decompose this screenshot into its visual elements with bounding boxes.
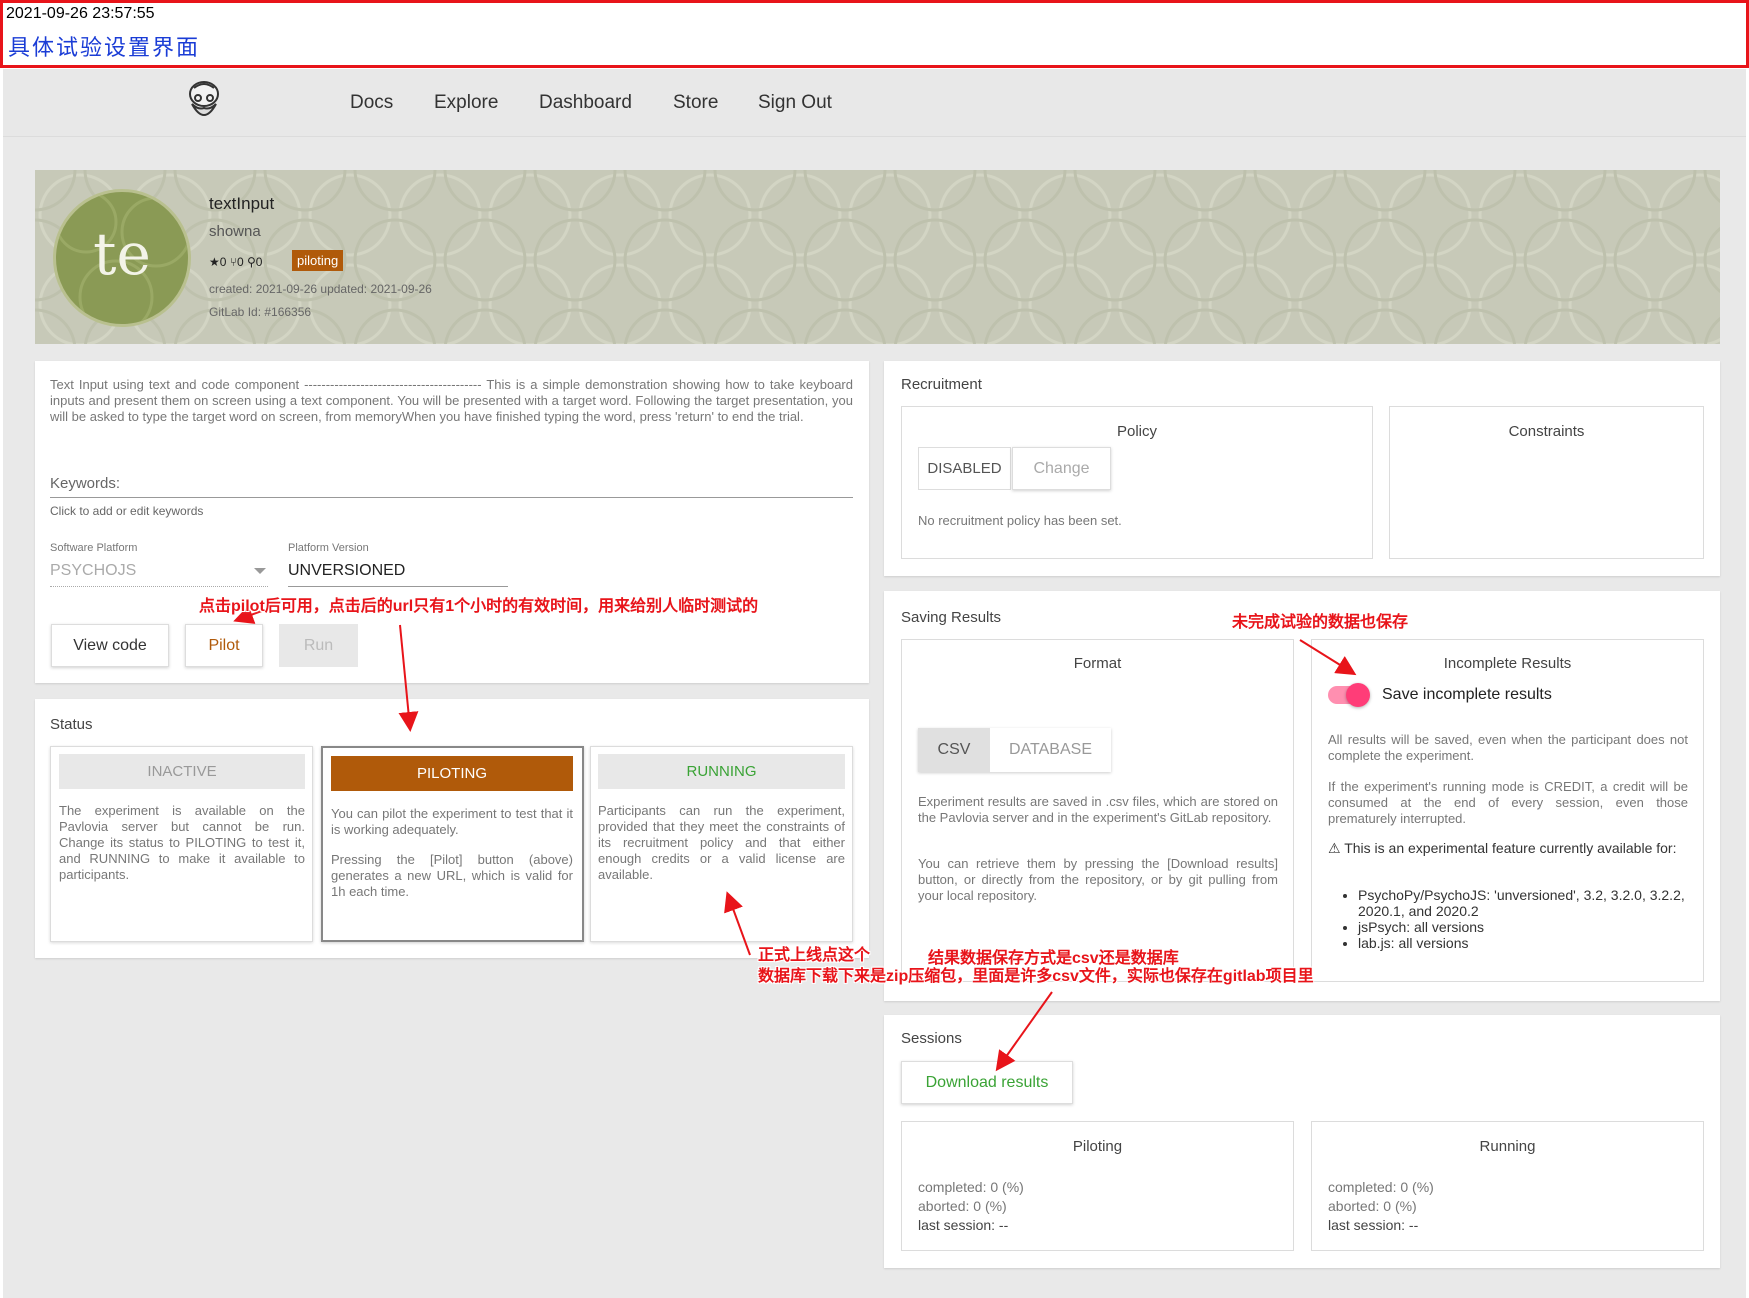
format-csv-option[interactable]: CSV (918, 728, 990, 772)
annotation-title: 具体试验设置界面 (8, 36, 201, 61)
software-platform-select: PSYCHOJS (50, 562, 268, 587)
top-navbar (3, 69, 1746, 137)
project-avatar: te (53, 189, 191, 327)
nav-docs[interactable]: Docs (350, 92, 393, 114)
format-text-1: Experiment results are saved in .csv fil… (918, 794, 1278, 825)
change-policy-button[interactable]: Change (1012, 447, 1111, 490)
policy-note: No recruitment policy has been set. (918, 513, 1122, 528)
save-incomplete-toggle[interactable] (1328, 683, 1370, 707)
status-piloting-text-1: You can pilot the experiment to test tha… (331, 806, 573, 837)
pilot-button[interactable]: Pilot (185, 624, 263, 667)
run-button[interactable]: Run (279, 624, 358, 667)
saving-results-title: Saving Results (901, 609, 1002, 626)
chevron-down-icon (254, 568, 266, 574)
sessions-title: Sessions (901, 1030, 962, 1047)
keywords-hint[interactable]: Click to add or edit keywords (50, 504, 203, 518)
software-platform-label: Software Platform (50, 542, 138, 554)
status-running-text: Participants can run the experiment, pro… (598, 803, 845, 882)
keywords-underline (50, 497, 853, 498)
nav-sign-out[interactable]: Sign Out (758, 92, 832, 114)
policy-title: Policy (1116, 423, 1157, 440)
nav-explore[interactable]: Explore (434, 92, 498, 114)
annotation-incomplete-note: 未完成试验的数据也保存 (1232, 614, 1409, 631)
toggle-knob (1346, 683, 1370, 707)
running-last-session: last session: -- (1328, 1217, 1419, 1233)
recruitment-title: Recruitment (901, 376, 982, 393)
running-stats: completed: 0 (%) aborted: 0 (%) last ses… (1328, 1178, 1434, 1235)
status-badge: piloting (292, 250, 344, 271)
pavlovia-logo-icon[interactable] (184, 80, 224, 126)
constraints-title: Constraints (1508, 423, 1585, 440)
software-platform-value: PSYCHOJS (50, 562, 137, 579)
nav-dashboard[interactable]: Dashboard (539, 92, 632, 114)
project-stats: ★0 ⑂0 ⚲0 (209, 255, 263, 269)
incomplete-text-1: All results will be saved, even when the… (1328, 732, 1688, 763)
annotation-header (0, 0, 1749, 68)
platform-version-input[interactable]: UNVERSIONED (288, 562, 508, 587)
avatar-initials: te (93, 220, 151, 288)
running-sessions-title: Running (1479, 1138, 1536, 1155)
view-code-button[interactable]: View code (51, 624, 169, 667)
warning-icon: ⚠ (1328, 840, 1341, 856)
project-description: Text Input using text and code component… (50, 377, 853, 424)
list-item: jsPsych: all versions (1358, 919, 1688, 935)
piloting-last-session: last session: -- (918, 1217, 1009, 1233)
save-incomplete-label: Save incomplete results (1382, 686, 1552, 703)
gitlab-id: GitLab Id: #166356 (209, 305, 312, 319)
project-name: textInput (209, 194, 275, 213)
download-results-button[interactable]: Download results (901, 1061, 1073, 1104)
list-item: lab.js: all versions (1358, 935, 1688, 951)
piloting-completed: completed: 0 (%) (918, 1179, 1024, 1195)
experimental-warning: ⚠ This is an experimental feature curren… (1328, 840, 1688, 856)
running-completed: completed: 0 (%) (1328, 1179, 1434, 1195)
status-inactive-button[interactable]: INACTIVE (59, 754, 305, 789)
warning-text: This is an experimental feature currentl… (1344, 840, 1677, 856)
incomplete-text-2: If the experiment's running mode is CRED… (1328, 779, 1688, 826)
format-database-option[interactable]: DATABASE (990, 728, 1111, 772)
list-item: PsychoPy/PsychoJS: 'unversioned', 3.2, 3… (1358, 887, 1688, 919)
status-title: Status (50, 716, 93, 733)
annotation-database-note: 数据库下载下来是zip压缩包，里面是许多csv文件，实际也保存在gitlab项目… (758, 968, 1314, 985)
annotation-timestamp: 2021-09-26 23:57:55 (6, 5, 155, 22)
format-title: Format (1073, 655, 1122, 672)
piloting-sessions-title: Piloting (1072, 1138, 1123, 1155)
piloting-aborted: aborted: 0 (%) (918, 1198, 1007, 1214)
nav-store[interactable]: Store (673, 92, 718, 114)
annotation-pilot-note: 点击pilot后可用，点击后的url只有1个小时的有效时间，用来给别人临时测试的 (199, 598, 759, 615)
status-inactive-text: The experiment is available on the Pavlo… (59, 803, 305, 882)
supported-platforms-list: PsychoPy/PsychoJS: 'unversioned', 3.2, 3… (1358, 887, 1688, 951)
project-dates: created: 2021-09-26 updated: 2021-09-26 (209, 282, 432, 296)
running-aborted: aborted: 0 (%) (1328, 1198, 1417, 1214)
platform-version-label: Platform Version (288, 542, 369, 554)
format-text-2: You can retrieve them by pressing the [D… (918, 856, 1278, 903)
keywords-label: Keywords: (50, 475, 121, 492)
piloting-stats: completed: 0 (%) aborted: 0 (%) last ses… (918, 1178, 1024, 1235)
project-owner[interactable]: showna (209, 223, 261, 240)
status-piloting-button[interactable]: PILOTING (331, 756, 573, 791)
status-piloting-text-2: Pressing the [Pilot] button (above) gene… (331, 852, 573, 899)
status-running-button[interactable]: RUNNING (598, 754, 845, 789)
policy-value: DISABLED (918, 447, 1011, 490)
incomplete-results-title: Incomplete Results (1443, 655, 1572, 672)
format-toggle-group: CSV DATABASE (918, 728, 1111, 772)
